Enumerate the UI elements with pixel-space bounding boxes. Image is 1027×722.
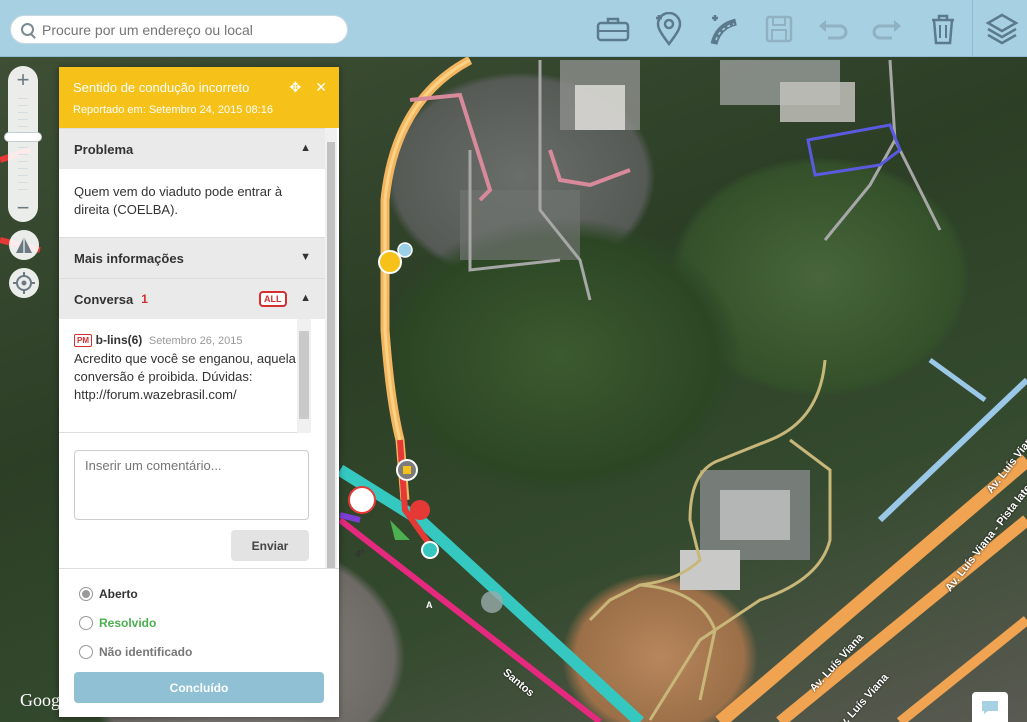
- section-title: Mais informações: [74, 250, 184, 266]
- chevron-up-icon: ▲: [300, 142, 311, 154]
- zoom-slider-track[interactable]: [18, 98, 28, 194]
- update-request-panel: Sentido de condução incorreto Reportado …: [59, 67, 339, 717]
- close-icon[interactable]: ✕: [315, 79, 327, 96]
- add-road-icon: [710, 15, 737, 45]
- comment-date: Setembro 26, 2015: [148, 335, 243, 347]
- search-input[interactable]: [42, 21, 332, 38]
- panel-title: Sentido de condução incorreto: [73, 80, 250, 95]
- redo-button[interactable]: [870, 12, 904, 46]
- briefcase-button[interactable]: [596, 12, 630, 46]
- comment-input[interactable]: [74, 450, 309, 520]
- save-button[interactable]: [762, 12, 796, 46]
- status-solved-option[interactable]: Resolvido: [79, 616, 156, 630]
- done-button[interactable]: Concluído: [74, 672, 324, 703]
- redo-icon: [872, 20, 901, 40]
- all-badge[interactable]: ALL: [259, 291, 287, 307]
- chevron-up-icon: ▲: [300, 292, 311, 304]
- status-label: Aberto: [99, 587, 138, 601]
- section-problem-header[interactable]: Problema ▲: [59, 128, 325, 169]
- add-place-icon: [656, 12, 682, 46]
- panel-scrollbar[interactable]: [325, 128, 337, 628]
- delete-button[interactable]: [926, 12, 960, 46]
- section-title: Problema: [74, 141, 134, 157]
- comments-scrollbar[interactable]: [297, 319, 311, 433]
- problem-description: Quem vem do viaduto pode entrar à direit…: [74, 184, 283, 217]
- conversation-count: 1: [141, 292, 148, 306]
- chat-icon: [982, 701, 998, 714]
- chat-button[interactable]: [972, 692, 1008, 722]
- status-label: Resolvido: [99, 616, 157, 630]
- add-road-button[interactable]: [708, 12, 742, 46]
- angle-badge[interactable]: 4º: [355, 549, 364, 560]
- undo-button[interactable]: [816, 12, 850, 46]
- zoom-slider-handle[interactable]: [4, 132, 42, 142]
- zoom-out-button[interactable]: −: [8, 194, 38, 222]
- panel-header: Sentido de condução incorreto Reportado …: [59, 67, 339, 128]
- comment-text: Acredito que você se enganou, aquela con…: [74, 351, 296, 402]
- street-view-icon: [16, 237, 32, 253]
- send-button[interactable]: Enviar: [231, 530, 309, 561]
- zoom-in-button[interactable]: +: [8, 66, 38, 94]
- radio-button[interactable]: [79, 587, 93, 601]
- delete-icon: [932, 14, 954, 45]
- comment-item: PM b-lins(6) Setembro 26, 2015 Acredito …: [59, 319, 311, 433]
- save-icon: [765, 15, 793, 43]
- search-box[interactable]: [10, 15, 348, 44]
- status-section: Aberto Resolvido Não identificado Conclu…: [59, 568, 339, 717]
- add-place-button[interactable]: [652, 12, 686, 46]
- undo-icon: [819, 20, 848, 40]
- radio-button[interactable]: [79, 616, 93, 630]
- search-icon: [21, 23, 34, 36]
- status-label: Não identificado: [99, 645, 193, 659]
- toolbar-divider: [972, 0, 973, 57]
- radio-button[interactable]: [79, 645, 93, 659]
- section-conversation-header[interactable]: Conversa 1 ALL ▲: [59, 278, 325, 319]
- locate-button[interactable]: [9, 268, 39, 298]
- layers-button[interactable]: [985, 12, 1019, 46]
- scroll-thumb[interactable]: [327, 142, 335, 592]
- top-toolbar: [0, 0, 1027, 57]
- pm-icon[interactable]: PM: [74, 334, 92, 348]
- crosshair-icon: [13, 272, 35, 294]
- chevron-down-icon: ▼: [300, 251, 311, 263]
- section-title: Conversa: [74, 291, 134, 307]
- zoom-control: + −: [4, 66, 42, 222]
- street-view-button[interactable]: [9, 230, 39, 260]
- node-badge[interactable]: A: [426, 600, 433, 610]
- status-open-option[interactable]: Aberto: [79, 587, 138, 601]
- comment-author[interactable]: b-lins(6): [96, 333, 143, 347]
- briefcase-icon: [596, 17, 630, 42]
- move-icon[interactable]: ✥: [290, 79, 302, 96]
- section-more-info-header[interactable]: Mais informações ▼: [59, 237, 325, 278]
- layers-icon: [985, 13, 1019, 45]
- reported-date: Reportado em: Setembro 24, 2015 08:16: [73, 104, 273, 116]
- status-not-identified-option[interactable]: Não identificado: [79, 645, 192, 659]
